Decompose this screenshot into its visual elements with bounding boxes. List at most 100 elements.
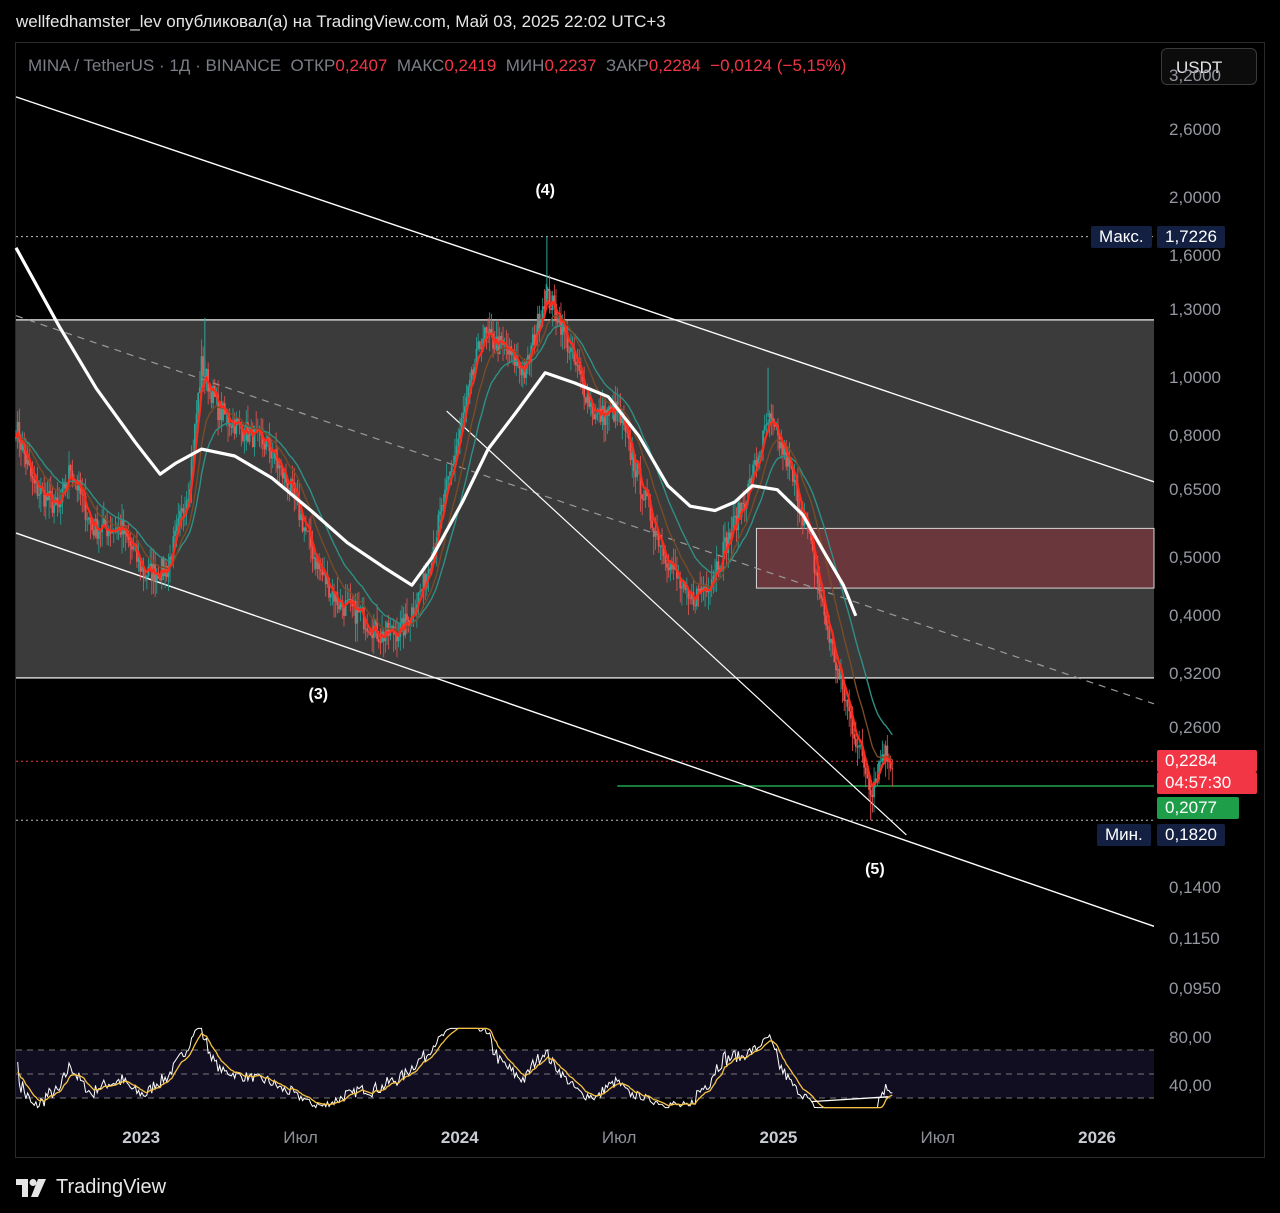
candle-body: [478, 341, 481, 349]
candle-body: [815, 572, 817, 574]
candle-body: [828, 629, 831, 643]
price-tick-label: 0,0950: [1169, 979, 1221, 999]
price-chart[interactable]: [0, 0, 1280, 1213]
price-tick-label: 3,2000: [1169, 65, 1221, 85]
candle-body: [276, 460, 279, 469]
candle-body: [149, 563, 152, 567]
candle-body: [25, 453, 27, 465]
candle-body: [891, 768, 894, 770]
candle-body: [406, 613, 408, 621]
candle-body: [440, 505, 443, 512]
candle-body: [329, 593, 332, 598]
candle-body: [144, 575, 147, 578]
price-tick-label: 0,5000: [1169, 547, 1221, 567]
candle-body: [821, 598, 824, 602]
candle-body: [507, 350, 509, 355]
candle-body: [131, 545, 133, 550]
candle-body: [879, 761, 882, 763]
candle-body: [311, 547, 314, 559]
candle-body: [263, 444, 266, 450]
candle-body: [38, 494, 41, 496]
candle-body: [787, 456, 789, 467]
price-tick-label: 0,3200: [1169, 663, 1221, 683]
candle-body: [182, 508, 185, 514]
candle-body: [321, 571, 324, 576]
candle-body: [856, 746, 859, 748]
price-tick-label: 0,2600: [1169, 717, 1221, 737]
high-label: МАКС: [396, 56, 445, 75]
time-tick-label: Июл: [920, 1128, 956, 1147]
candle-body: [369, 632, 372, 635]
candle-body: [477, 341, 480, 349]
candle-body: [195, 413, 198, 424]
candle-body: [659, 545, 662, 547]
candle-body: [758, 455, 761, 458]
time-tick-label: Июл: [601, 1128, 637, 1147]
candle-body: [818, 583, 821, 594]
candle-body: [500, 336, 503, 340]
candle-body: [826, 625, 829, 630]
candle-body: [92, 530, 95, 536]
candle-body: [270, 451, 272, 459]
candle-body: [102, 518, 105, 525]
candle-body: [707, 591, 710, 593]
candle-body: [237, 418, 239, 422]
price-tick-label: 1,6000: [1169, 245, 1221, 265]
low-value: 0,2237: [544, 56, 597, 75]
candle-body: [667, 567, 670, 571]
candle-body: [765, 424, 768, 426]
candle-body: [694, 605, 697, 607]
candle-body: [634, 471, 637, 478]
candle-body: [825, 615, 827, 626]
candle-body: [230, 426, 233, 428]
candle-body: [303, 527, 306, 532]
candle-body: [843, 689, 846, 701]
candle-body: [26, 459, 29, 465]
candle-body: [253, 428, 256, 448]
candle-body: [429, 569, 432, 571]
candle-body: [846, 700, 849, 707]
brand-name: TradingView: [56, 1176, 167, 1198]
candle-body: [651, 520, 653, 528]
candle-body: [770, 413, 773, 418]
price-tick-label: 0,4000: [1169, 605, 1221, 625]
candle-body: [58, 504, 60, 508]
candle-body: [734, 515, 736, 518]
candle-body: [666, 563, 668, 568]
candle-body: [838, 668, 841, 678]
candle-body: [763, 425, 766, 431]
candle-body: [848, 706, 851, 712]
candle-body: [840, 674, 842, 678]
min-label-tag: Мин.: [1097, 824, 1151, 847]
candle-body: [593, 414, 596, 420]
symbol-legend: MINA / TetherUS · 1Д · BINANCE ОТКР0,240…: [28, 56, 846, 76]
candle-body: [159, 578, 162, 581]
candle-body: [729, 532, 731, 540]
candle-body: [348, 599, 350, 601]
tradingview-brand[interactable]: TradingView: [16, 1176, 166, 1199]
candle-body: [652, 527, 655, 537]
countdown-tag: 04:57:30: [1157, 772, 1257, 795]
candle-body: [445, 479, 448, 490]
candle-body: [81, 493, 84, 495]
candle-body: [483, 327, 486, 340]
candle-body: [755, 460, 758, 467]
time-tick-label: Июл: [283, 1128, 318, 1147]
candle-body: [654, 531, 657, 537]
candle-body: [631, 452, 634, 460]
wave-label: (5): [865, 861, 885, 879]
candle-body: [401, 618, 403, 623]
current-price-tag: 0,2284: [1157, 750, 1257, 773]
candle-body: [53, 505, 55, 513]
candle-body: [371, 634, 374, 639]
candle-body: [604, 409, 607, 426]
candle-body: [641, 494, 644, 500]
candle-body: [278, 465, 281, 469]
candle-body: [538, 313, 541, 329]
rsi-tick-label: 80,00: [1169, 1028, 1212, 1047]
candle-body: [568, 351, 571, 353]
candle-body: [314, 557, 317, 569]
candle-body: [742, 502, 745, 504]
price-tick-label: 0,8000: [1169, 425, 1221, 445]
candle-body: [177, 518, 180, 525]
